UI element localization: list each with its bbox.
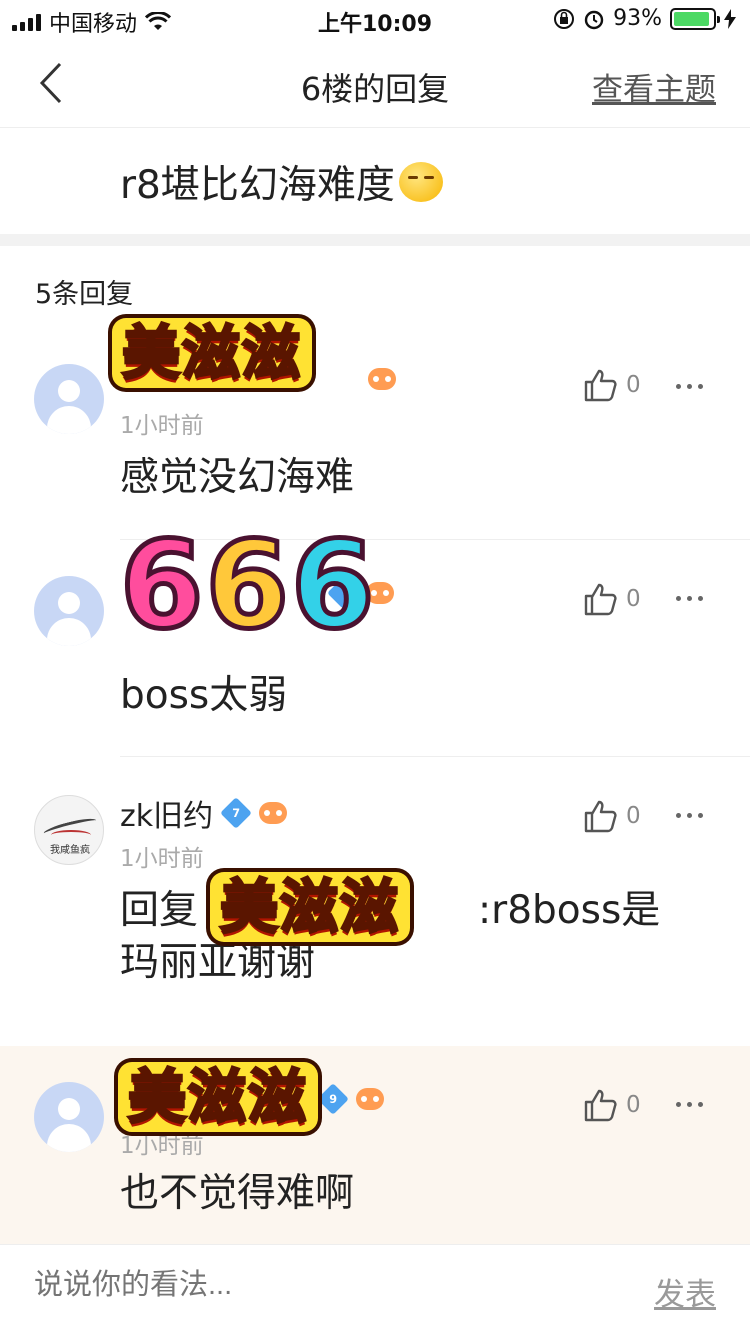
avatar-caption: 我咸鱼疯 — [50, 845, 90, 856]
reply-content[interactable]: 也不觉得难啊 — [120, 1168, 700, 1220]
like-button[interactable]: 0 — [582, 368, 641, 402]
like-count: 0 — [626, 372, 641, 398]
level-badge-icon: 9 — [317, 1083, 349, 1115]
like-count: 0 — [626, 803, 641, 829]
like-button[interactable]: 0 — [582, 799, 641, 833]
view-topic-link[interactable]: 查看主题 — [592, 64, 716, 109]
orientation-lock-icon — [554, 8, 575, 29]
meizizi-sticker: 美滋滋 — [210, 872, 411, 943]
reply-content[interactable]: 感觉没幻海难 — [120, 452, 700, 504]
more-options-button[interactable] — [676, 813, 708, 818]
reply-tail: :r8boss是 — [478, 888, 661, 933]
alarm-icon — [584, 10, 604, 29]
reply-content[interactable]: boss太弱 — [120, 670, 700, 722]
reply-count: 5条回复 — [35, 279, 134, 310]
battery-icon — [670, 7, 720, 30]
nav-bar: 6楼的回复 查看主题 — [0, 40, 750, 128]
reply-item: 9 1小时前 也不觉得难啊 0 — [0, 1046, 750, 1244]
reply-time: 1小时前 — [120, 846, 204, 872]
avatar[interactable]: 我咸鱼疯 — [34, 795, 104, 865]
thumbs-up-icon — [584, 1089, 617, 1122]
meizizi-sticker: 美滋滋 — [112, 318, 313, 389]
section-divider — [0, 234, 750, 246]
like-count: 0 — [626, 1092, 641, 1118]
game-badge-icon — [259, 802, 288, 824]
reply-time: 1小时前 — [120, 413, 204, 439]
sticker-666: 666 — [118, 517, 377, 656]
reply-prefix: 回复 — [120, 888, 199, 933]
more-options-button[interactable] — [676, 384, 708, 389]
thumbs-up-icon — [584, 583, 617, 616]
main-post-text: r8堪比幻海难度 — [120, 163, 395, 208]
like-count: 0 — [626, 586, 641, 612]
like-button[interactable]: 0 — [582, 1088, 641, 1122]
more-options-button[interactable] — [676, 1102, 708, 1107]
more-options-button[interactable] — [676, 596, 708, 601]
like-button[interactable]: 0 — [582, 582, 641, 616]
reply-line2: 玛丽亚谢谢 — [120, 940, 316, 985]
smile-emoji-icon — [398, 162, 443, 202]
avatar[interactable] — [34, 576, 104, 646]
thumbs-up-icon — [584, 800, 617, 833]
main-post: r8堪比幻海难度 — [0, 130, 750, 234]
game-badge-icon — [368, 368, 396, 390]
avatar[interactable] — [34, 364, 104, 434]
thumbs-up-icon — [584, 369, 617, 402]
comment-bar: 发表 — [0, 1244, 750, 1334]
username[interactable]: zk旧约 — [120, 791, 213, 835]
charging-icon — [724, 8, 736, 29]
battery-percent: 93% — [613, 6, 662, 31]
level-badge-icon: 7 — [220, 797, 253, 829]
avatar[interactable] — [34, 1082, 104, 1152]
send-button[interactable]: 发表 — [654, 1269, 716, 1314]
meizizi-sticker: 美滋滋 — [118, 1062, 319, 1133]
comment-input[interactable] — [34, 1269, 534, 1302]
status-bar: 中国移动 上午10:09 93% — [0, 0, 750, 40]
game-badge-icon — [356, 1088, 384, 1110]
